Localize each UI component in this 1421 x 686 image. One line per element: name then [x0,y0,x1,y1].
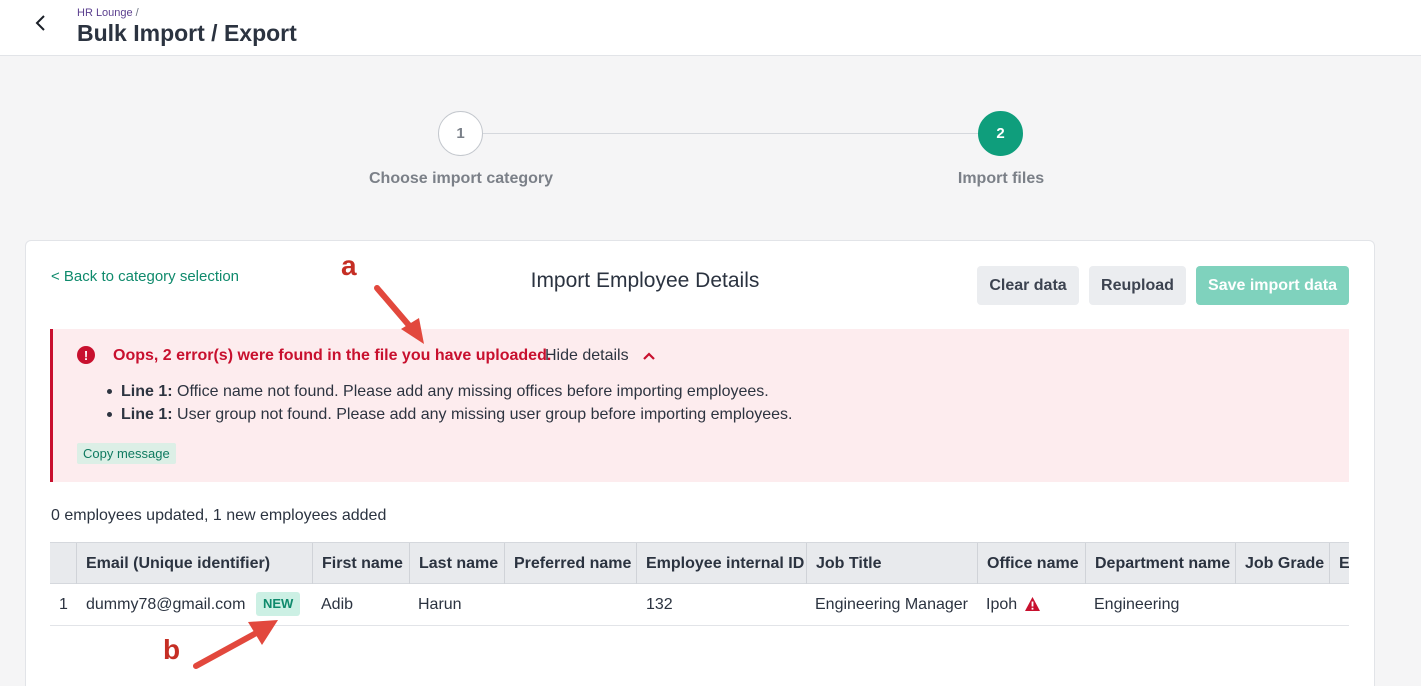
error-item: Line 1: Office name not found. Please ad… [105,380,792,403]
column-header-employment[interactable]: Employment [1330,543,1349,584]
step-1-label: Choose import category [368,170,554,187]
cell-office-name: Ipoh [986,596,1018,613]
column-header-index [50,543,77,584]
reupload-button[interactable]: Reupload [1089,266,1186,305]
error-line-label: Line 1: [121,383,173,400]
column-header-first-name[interactable]: First name [313,543,410,584]
cell-preferred-name [505,584,637,625]
column-header-department-name[interactable]: Department name [1086,543,1236,584]
page-title: Bulk Import / Export [77,20,297,46]
cell-job-title: Engineering Manager [815,596,968,613]
hide-details-toggle[interactable]: Hide details [545,347,629,365]
copy-message-button[interactable]: Copy message [77,443,176,464]
column-header-job-grade[interactable]: Job Grade [1236,543,1330,584]
step-1-circle: 1 [438,111,483,156]
step-2-circle: 2 [978,111,1023,156]
column-header-office-name[interactable]: Office name [978,543,1086,584]
back-arrow-icon[interactable] [30,12,52,34]
error-heading: Oops, 2 error(s) were found in the file … [113,347,552,364]
cell-first-name: Adib [321,596,354,613]
error-list: Line 1: Office name not found. Please ad… [105,380,792,426]
error-item: Line 1: User group not found. Please add… [105,403,792,426]
import-summary: 0 employees updated, 1 new employees add… [51,507,387,524]
save-import-data-button[interactable]: Save import data [1196,266,1349,305]
cell-department-name: Engineering [1094,596,1180,613]
cell-internal-id: 132 [646,596,673,613]
chevron-up-icon[interactable] [641,349,657,363]
row-index: 1 [59,596,68,613]
back-to-category-link[interactable]: < Back to category selection [51,268,239,285]
table-header: Email (Unique identifier) First name Las… [50,542,1349,584]
breadcrumb[interactable]: HR Lounge / [77,7,139,19]
cell-last-name: Harun [418,596,462,613]
column-header-internal-id[interactable]: Employee internal ID [637,543,807,584]
error-icon: ! [77,346,95,364]
clear-data-button[interactable]: Clear data [977,266,1079,305]
breadcrumb-hr-lounge[interactable]: HR Lounge [77,7,133,19]
column-header-last-name[interactable]: Last name [410,543,505,584]
column-header-job-title[interactable]: Job Title [807,543,978,584]
annotation-label-a: a [341,250,357,281]
stepper-connector [461,133,1001,134]
error-message: User group not found. Please add any mis… [172,406,793,423]
annotation-arrow-b-icon [193,620,278,669]
card-title: Import Employee Details [530,269,760,292]
cell-job-grade [1236,584,1330,625]
column-header-email[interactable]: Email (Unique identifier) [77,543,313,584]
annotation-arrow-a-icon [374,285,424,344]
breadcrumb-separator: / [135,7,139,19]
column-header-preferred-name[interactable]: Preferred name [505,543,637,584]
step-2-label: Import files [957,170,1045,187]
error-message: Office name not found. Please add any mi… [172,383,769,400]
error-line-label: Line 1: [121,406,173,423]
top-bar: HR Lounge / Bulk Import / Export [0,0,1421,56]
warning-icon[interactable] [1024,596,1041,612]
annotation-label-b: b [163,634,181,665]
